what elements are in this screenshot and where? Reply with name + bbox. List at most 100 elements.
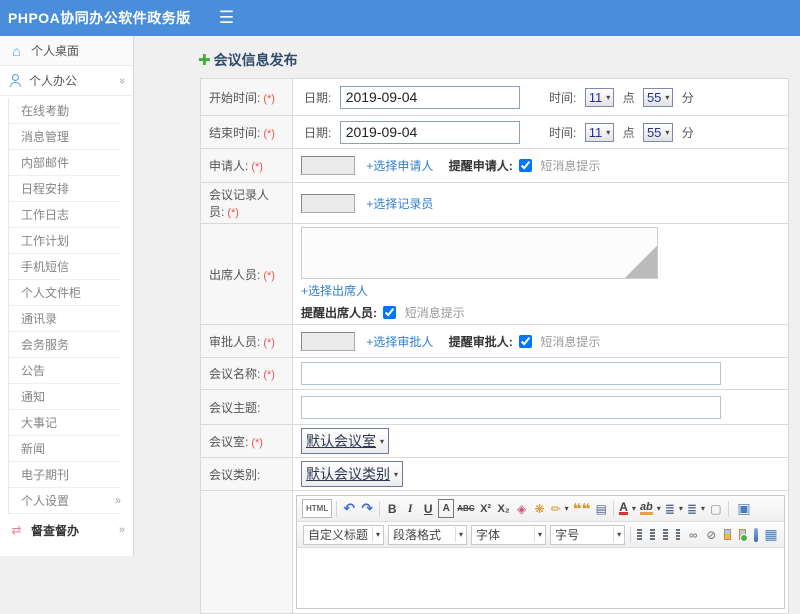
highlight-icon[interactable]: ab▾ [639,499,662,518]
field-label: 结束时间: [209,126,260,140]
image-icon[interactable] [724,529,731,540]
required-marker: (*) [263,369,275,381]
media-icon[interactable] [754,528,758,542]
sidebar-item-events[interactable]: 大事记 [9,410,121,436]
sidebar-item-announcement[interactable]: 公告 [9,358,121,384]
paragraph-format-combo[interactable]: 段落格式▾ [388,525,467,545]
new-page-icon[interactable]: ▢ [708,499,724,518]
end-hour-select[interactable]: 11▾ [585,123,615,142]
unordered-list-icon[interactable]: ≣▾ [686,499,706,518]
clean-format-icon[interactable]: ❋ [532,499,548,518]
hour-unit: 点 [623,91,635,105]
custom-title-combo[interactable]: 自定义标题▾ [303,525,384,545]
sidebar-item-desktop[interactable]: ⌂ 个人桌面 [0,36,133,66]
attendees-textarea[interactable] [301,227,658,279]
eraser-icon[interactable]: ◈ [514,499,530,518]
superscript-icon[interactable]: X² [478,499,494,518]
unlink-icon[interactable]: ⊘ [703,525,719,544]
underline-icon[interactable]: U [420,499,436,518]
format-painter-icon[interactable]: ✏▾ [550,499,570,518]
start-date-input[interactable] [340,86,520,109]
toolbar-separator [379,501,380,517]
select-applicant-link[interactable]: +选择申请人 [366,159,433,173]
meeting-topic-input[interactable] [301,396,721,419]
form-row-attendees: 出席人员:(*) +选择出席人 提醒出席人员: 短消息提示 [201,224,789,325]
form-row-recorder: 会议记录人员:(*) +选择记录员 [201,183,789,224]
meeting-form: 开始时间:(*) 日期: 时间: 11▾ 点 55▾ 分 结束时间:(*) 日期… [200,78,789,614]
required-marker: (*) [263,270,275,282]
sidebar-item-schedule[interactable]: 日程安排 [9,176,121,202]
applicant-input[interactable] [301,156,355,175]
sms-hint-label: 短消息提示 [540,159,600,173]
blockquote-icon[interactable]: ❝❝ [572,499,592,518]
sidebar-item-label: 个人桌面 [31,42,79,59]
time-label: 时间: [549,126,576,140]
fullscreen-icon[interactable]: ▣ [736,499,752,518]
sidebar-item-sms[interactable]: 手机短信 [9,254,121,280]
sidebar-item-contacts[interactable]: 通讯录 [9,306,121,332]
align-left-icon[interactable] [637,529,642,540]
meeting-category-select[interactable]: 默认会议类别▾ [301,461,403,487]
field-label: 会议主题: [209,401,260,415]
end-minute-select[interactable]: 55▾ [643,123,673,142]
paste-icon[interactable]: ▤ [593,499,609,518]
undo-icon[interactable]: ↶ [341,499,357,518]
sidebar-item-e-journal[interactable]: 电子期刊 [9,462,121,488]
menu-icon[interactable]: ☰ [219,0,234,36]
sidebar-item-attendance[interactable]: 在线考勤 [9,98,121,124]
align-right-icon[interactable] [663,529,668,540]
font-color-icon[interactable]: A▾ [618,499,637,518]
sidebar-item-notice[interactable]: 通知 [9,384,121,410]
meeting-room-select[interactable]: 默认会议室▾ [301,428,389,454]
home-icon: ⌂ [10,43,23,59]
toolbar-separator [336,501,337,517]
strikethrough-icon[interactable]: ABC [456,499,475,518]
link-icon[interactable]: ∞ [685,525,701,544]
font-style-icon[interactable]: A [438,499,454,518]
recorder-input[interactable] [301,194,355,213]
subscript-icon[interactable]: X₂ [496,499,512,518]
field-label: 会议记录人员: [209,188,269,219]
chevron-down-icon: ▾ [665,128,669,137]
html-source-button[interactable]: HTML [302,499,332,518]
approver-sms-checkbox[interactable] [519,335,532,348]
sidebar-item-news[interactable]: 新闻 [9,436,121,462]
page-title: ✚ 会议信息发布 [198,50,298,70]
sidebar-item-meeting-service[interactable]: 会务服务 [9,332,121,358]
approver-input[interactable] [301,332,355,351]
end-date-input[interactable] [340,121,520,144]
sidebar-item-label: 个人设置 [21,492,69,509]
chevron-down-icon: ▾ [394,470,398,479]
italic-icon[interactable]: I [402,499,418,518]
ordered-list-icon[interactable]: ≣▾ [664,499,684,518]
table-icon[interactable]: ▦ [763,525,779,544]
required-marker: (*) [263,93,275,105]
editor-content-area[interactable] [297,548,784,608]
sidebar-item-messages[interactable]: 消息管理 [9,124,121,150]
sidebar-item-office[interactable]: 个人办公 » [0,66,133,96]
sidebar-item-settings[interactable]: 个人设置 » [9,488,121,514]
select-approver-link[interactable]: +选择审批人 [366,335,433,349]
field-label-empty [201,491,293,614]
sidebar-item-internal-mail[interactable]: 内部邮件 [9,150,121,176]
start-minute-select[interactable]: 55▾ [643,88,673,107]
attendees-sms-checkbox[interactable] [383,306,396,319]
sidebar-item-work-plan[interactable]: 工作计划 [9,228,121,254]
redo-icon[interactable]: ↷ [359,499,375,518]
applicant-sms-checkbox[interactable] [519,159,532,172]
form-row-approver: 审批人员:(*) +选择审批人 提醒审批人: 短消息提示 [201,325,789,358]
font-family-combo[interactable]: 字体▾ [471,525,546,545]
hour-unit: 点 [623,126,635,140]
select-recorder-link[interactable]: +选择记录员 [366,197,433,211]
align-justify-icon[interactable] [676,529,681,540]
align-center-icon[interactable] [650,529,655,540]
select-attendees-link[interactable]: +选择出席人 [301,284,368,298]
sidebar-item-file-cabinet[interactable]: 个人文件柜 [9,280,121,306]
start-hour-select[interactable]: 11▾ [585,88,615,107]
sidebar-item-work-log[interactable]: 工作日志 [9,202,121,228]
sidebar-item-supervision[interactable]: ⇄ 督查督办 » [0,515,133,545]
image-upload-icon[interactable] [739,529,746,540]
font-size-combo[interactable]: 字号▾ [550,525,625,545]
meeting-name-input[interactable] [301,362,721,385]
bold-icon[interactable]: B [384,499,400,518]
